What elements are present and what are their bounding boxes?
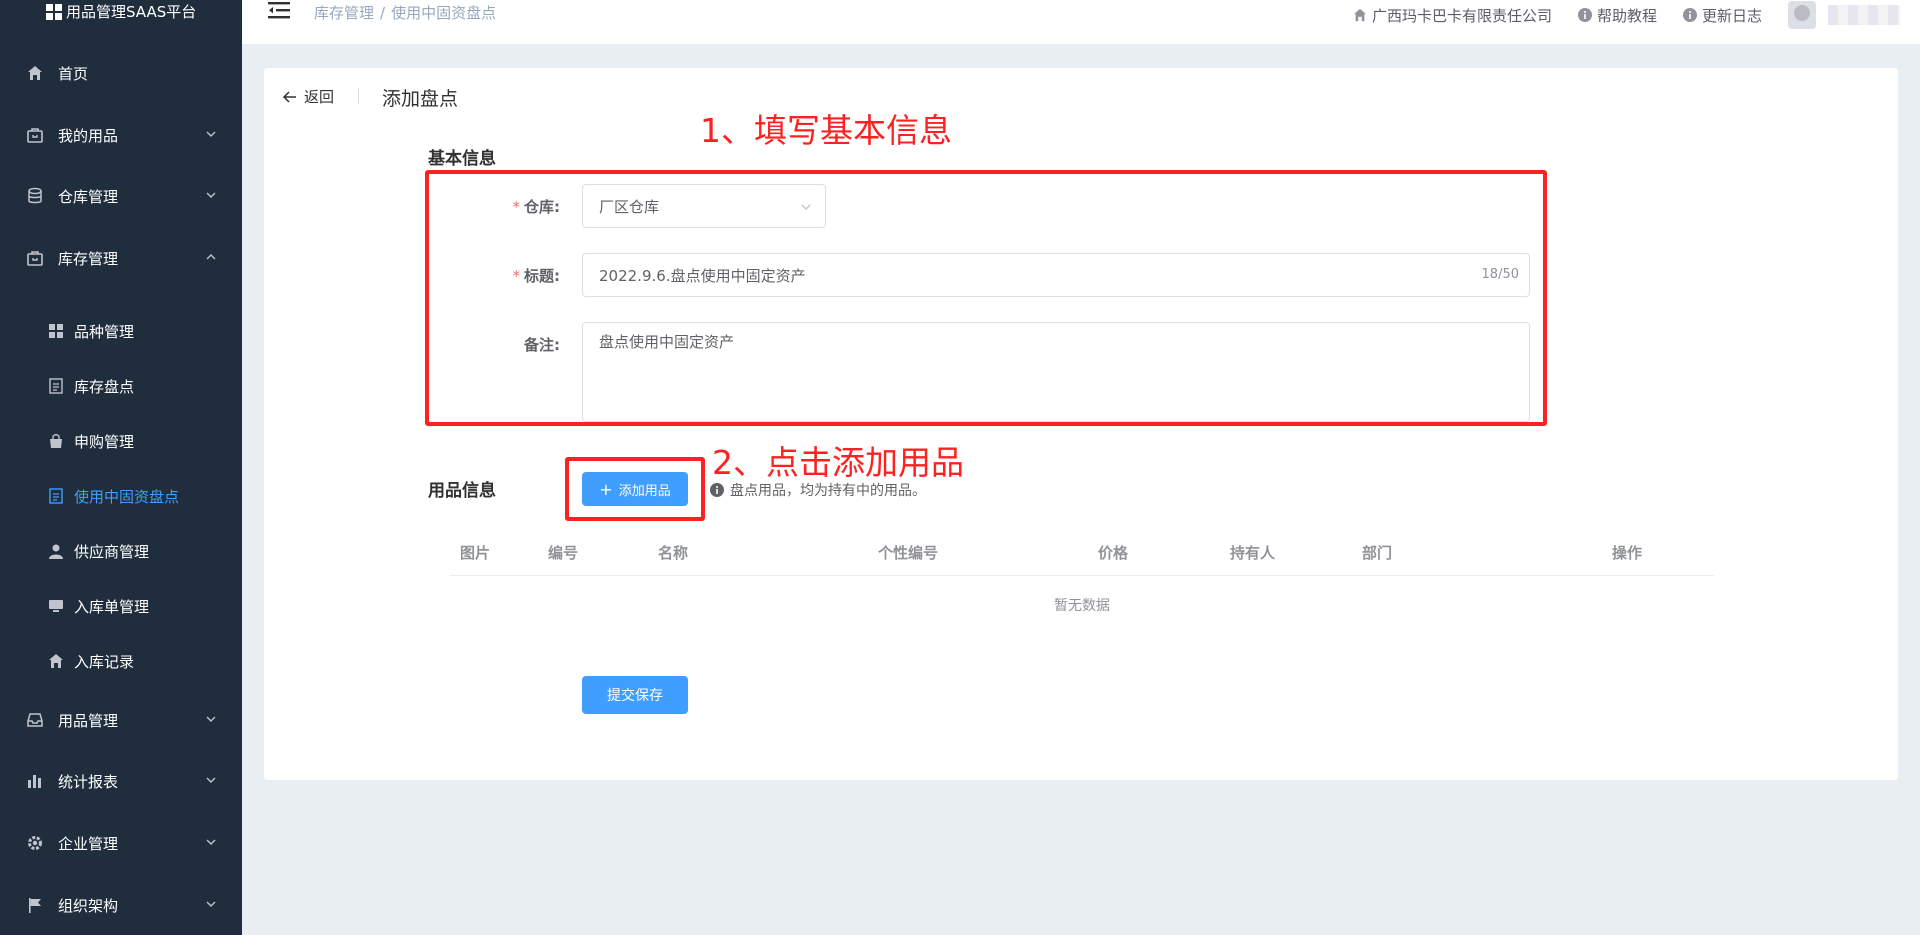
- sidebar-item-label: 我的用品: [58, 126, 119, 145]
- chevron-down-icon: [206, 901, 216, 907]
- sidebar-item-label: 组织架构: [58, 896, 119, 915]
- sidebar-subitem-purchase[interactable]: 申购管理: [0, 420, 242, 462]
- company-name: 广西玛卡巴卡有限责任公司: [1371, 6, 1552, 25]
- sidebar-item-reports[interactable]: 统计报表: [0, 758, 242, 804]
- sidebar-subitem-stocktake[interactable]: 库存盘点: [0, 365, 242, 407]
- info-icon: [1682, 8, 1697, 22]
- info-icon: [710, 483, 724, 497]
- col-header-number: 编号: [548, 544, 579, 562]
- sidebar-item-my-items[interactable]: 我的用品: [0, 112, 242, 158]
- chevron-down-icon: [206, 131, 216, 137]
- page-title: 添加盘点: [382, 88, 459, 110]
- submit-save-button[interactable]: 提交保存: [582, 676, 688, 714]
- sidebar-item-label: 统计报表: [58, 772, 119, 791]
- breadcrumb-item-current: 使用中固资盘点: [391, 4, 497, 22]
- sidebar-subitem-label: 申购管理: [74, 432, 135, 451]
- sidebar-item-label: 用品管理: [58, 711, 119, 730]
- annotation-step2: 2、点击添加用品: [712, 443, 964, 482]
- sidebar-subitem-label: 入库单管理: [74, 597, 150, 616]
- breadcrumb-separator: /: [380, 4, 386, 22]
- arrow-left-icon: [282, 90, 296, 103]
- avatar[interactable]: [1788, 1, 1816, 29]
- annotation-box-basic-info: [425, 170, 1547, 426]
- col-header-custom-number: 个性编号: [878, 544, 939, 562]
- chevron-down-icon: [206, 839, 216, 845]
- col-header-price: 价格: [1098, 544, 1129, 562]
- table-header: 图片 编号 名称 个性编号 价格 持有人 部门 操作: [450, 530, 1714, 576]
- chevron-down-icon: [206, 192, 216, 198]
- sidebar-subitem-suppliers[interactable]: 供应商管理: [0, 530, 242, 572]
- inbox-icon: [26, 711, 44, 729]
- chevron-up-icon: [206, 254, 216, 260]
- sidebar-item-org[interactable]: 组织架构: [0, 882, 242, 928]
- chevron-down-icon: [206, 716, 216, 722]
- col-header-department: 部门: [1362, 544, 1393, 562]
- sidebar-subitem-asset-stocktake[interactable]: 使用中固资盘点: [0, 475, 242, 517]
- shopping-bag-icon: [48, 433, 64, 449]
- page-head-divider: [358, 88, 359, 104]
- changelog-label: 更新日志: [1701, 6, 1762, 25]
- document-icon: [48, 488, 64, 504]
- sidebar-subitem-inbound-orders[interactable]: 入库单管理: [0, 585, 242, 627]
- col-header-holder: 持有人: [1230, 544, 1276, 562]
- items-table: 图片 编号 名称 个性编号 价格 持有人 部门 操作 暂无数据: [450, 530, 1714, 636]
- back-label: 返回: [304, 88, 335, 106]
- sidebar-subitem-inbound-records[interactable]: 入库记录: [0, 640, 242, 682]
- sidebar-subitem-label: 入库记录: [74, 652, 135, 671]
- monitor-icon: [48, 598, 64, 614]
- bag-icon: [26, 249, 44, 267]
- user-name-blurred[interactable]: [1828, 5, 1900, 25]
- sidebar-item-label: 仓库管理: [58, 187, 119, 206]
- sidebar: 用品管理SAAS平台 首页 我的用品 仓库管理 库存管理 品种管理 库存盘点 申…: [0, 0, 242, 935]
- table-empty-text: 暂无数据: [1054, 598, 1110, 614]
- help-link[interactable]: 帮助教程: [1577, 5, 1657, 26]
- col-header-actions: 操作: [1612, 544, 1643, 562]
- sidebar-item-home[interactable]: 首页: [0, 50, 242, 96]
- items-info-title: 用品信息: [428, 481, 496, 501]
- col-header-image: 图片: [460, 544, 491, 562]
- document-icon: [48, 378, 64, 394]
- sidebar-item-enterprise[interactable]: 企业管理: [0, 820, 242, 866]
- bar-chart-icon: [26, 772, 44, 790]
- sidebar-subitem-label: 库存盘点: [74, 377, 135, 396]
- annotation-box-add-button: [565, 457, 705, 521]
- sidebar-subitem-varieties[interactable]: 品种管理: [0, 310, 242, 352]
- gear-icon: [26, 834, 44, 852]
- sidebar-item-label: 库存管理: [58, 249, 119, 268]
- database-icon: [26, 187, 44, 205]
- sidebar-item-inventory[interactable]: 库存管理: [0, 235, 242, 281]
- grid-icon: [48, 323, 64, 339]
- sidebar-item-label: 首页: [58, 64, 89, 83]
- info-icon: [1577, 8, 1592, 22]
- breadcrumb: 库存管理 / 使用中固资盘点: [314, 2, 496, 23]
- back-button[interactable]: 返回: [282, 86, 334, 107]
- home-icon: [1353, 8, 1367, 22]
- sidebar-item-items[interactable]: 用品管理: [0, 697, 242, 743]
- user-icon: [48, 543, 64, 559]
- logo-icon: [46, 4, 62, 20]
- chevron-down-icon: [206, 777, 216, 783]
- menu-fold-icon[interactable]: [268, 0, 290, 20]
- brand-title: 用品管理SAAS平台: [66, 3, 197, 21]
- bag-icon: [26, 126, 44, 144]
- header-right: 广西玛卡巴卡有限责任公司 帮助教程 更新日志: [1353, 0, 1920, 30]
- basic-info-title: 基本信息: [428, 149, 496, 169]
- sidebar-subitem-label: 使用中固资盘点: [74, 487, 180, 506]
- brand: 用品管理SAAS平台: [46, 0, 196, 24]
- flag-icon: [26, 896, 44, 914]
- sidebar-subitem-label: 品种管理: [74, 322, 135, 341]
- top-header: 库存管理 / 使用中固资盘点 广西玛卡巴卡有限责任公司 帮助教程 更新日志: [242, 0, 1920, 44]
- annotation-step1: 1、填写基本信息: [700, 111, 952, 150]
- breadcrumb-item-inventory[interactable]: 库存管理: [314, 4, 374, 22]
- help-label: 帮助教程: [1596, 6, 1657, 25]
- home-icon: [26, 64, 44, 82]
- company-link[interactable]: 广西玛卡巴卡有限责任公司: [1353, 5, 1552, 26]
- col-header-name: 名称: [658, 544, 689, 562]
- sidebar-item-warehouse[interactable]: 仓库管理: [0, 173, 242, 219]
- sidebar-item-label: 企业管理: [58, 834, 119, 853]
- changelog-link[interactable]: 更新日志: [1682, 5, 1762, 26]
- home-icon: [48, 653, 64, 669]
- sidebar-subitem-label: 供应商管理: [74, 542, 150, 561]
